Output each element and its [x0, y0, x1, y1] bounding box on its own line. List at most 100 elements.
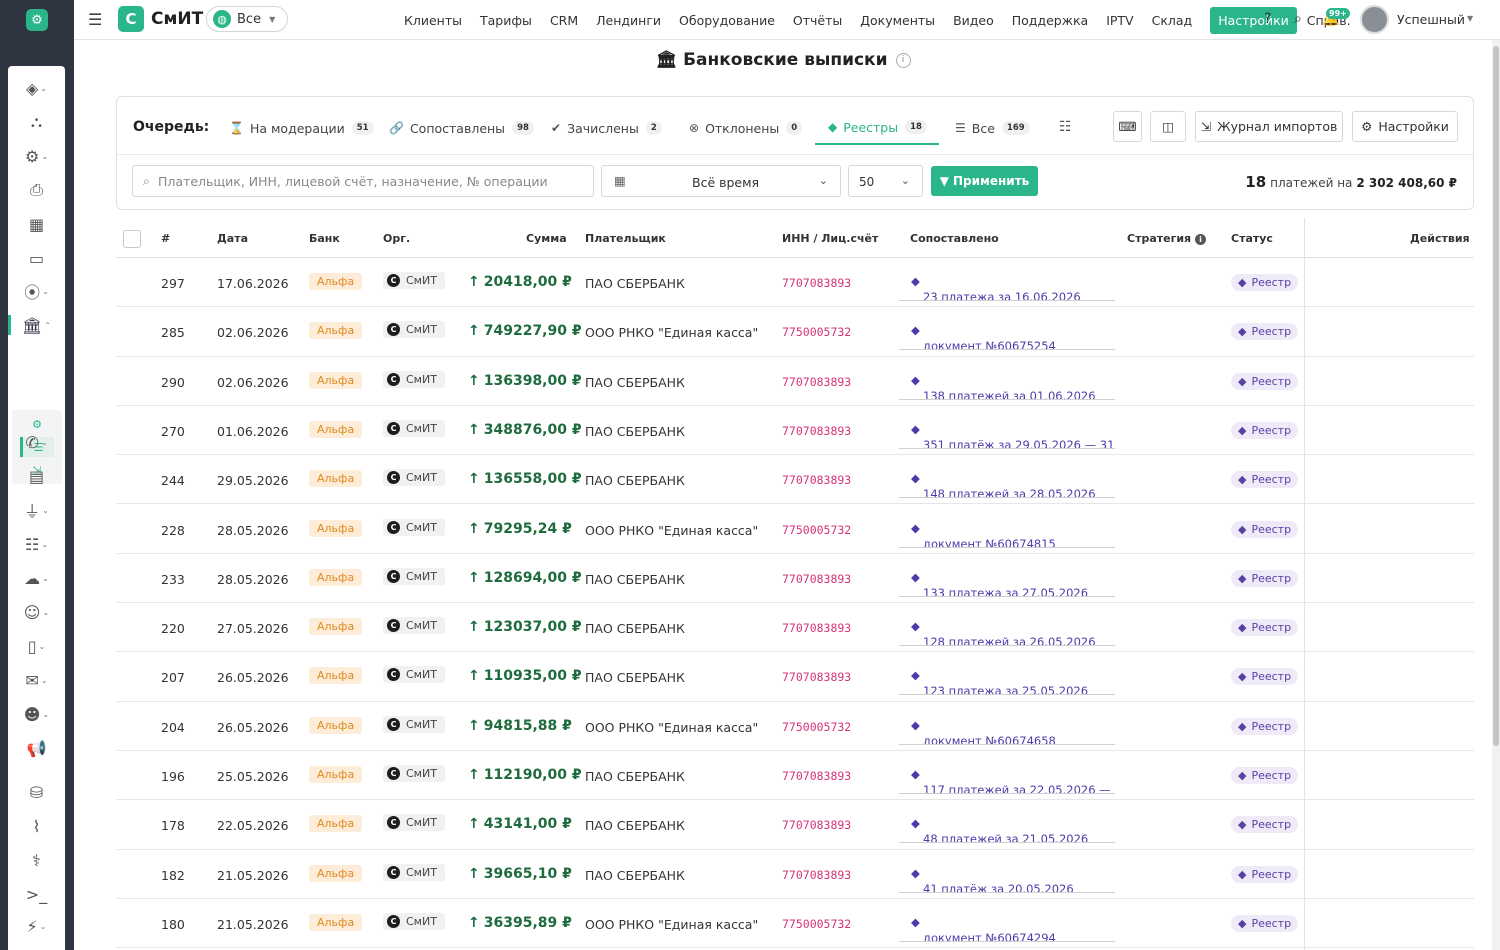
apply-button[interactable]: ▼ Применить — [931, 166, 1038, 196]
col-amount[interactable]: Сумма — [526, 232, 567, 245]
table-row[interactable]: 244 29.05.2026 Альфа С СмИТ ↑ 136558,00 ₽ ПАО С… — [116, 455, 1474, 505]
table-row[interactable]: 180 21.05.2026 Альфа С СмИТ ↑ 36395,89 ₽ ООО РН… — [116, 899, 1474, 949]
table-row[interactable]: 220 27.05.2026 Альфа С СмИТ ↑ 123037,00 ₽ ПАО С… — [116, 603, 1474, 653]
col-payer[interactable]: Плательщик — [585, 232, 666, 245]
col-bank[interactable]: Банк — [309, 232, 340, 245]
col-number[interactable]: # — [161, 232, 170, 245]
sidebar-broom-icon[interactable]: ⌇ — [8, 812, 65, 840]
sidebar-database-icon[interactable]: ⛁ — [8, 778, 65, 806]
info-icon[interactable]: i — [895, 52, 911, 68]
row-inn-link[interactable]: 7707083893 — [782, 276, 851, 290]
sidebar-cashbox-icon[interactable]: ▦ — [8, 210, 65, 238]
row-inn-link[interactable]: 7707083893 — [782, 818, 851, 832]
table-row[interactable]: 233 28.05.2026 Альфа С СмИТ ↑ 128694,00 ₽ ПАО С… — [116, 554, 1474, 604]
help-icon[interactable]: ? — [1264, 11, 1271, 27]
nav-landings[interactable]: Лендинги — [596, 13, 661, 28]
nav-iptv[interactable]: IPTV — [1106, 13, 1133, 28]
col-date[interactable]: Дата — [217, 232, 248, 245]
sidebar-plug-icon[interactable]: ⏚ ⌄ — [8, 496, 65, 524]
nav-equipment[interactable]: Оборудование — [679, 13, 775, 28]
app-logo[interactable]: ⚙ — [0, 0, 74, 40]
sidebar-server-icon[interactable]: ☷ ⌄ — [8, 530, 65, 558]
match-link[interactable]: ◆ документ №60674658 — [911, 718, 1056, 744]
scope-selector[interactable]: ◍ Все ▼ — [206, 6, 288, 32]
sidebar-shield-icon[interactable]: ◈ ⌄ — [8, 74, 65, 102]
sidebar-phone-icon[interactable]: ✆ ⌄ — [8, 428, 65, 456]
table-row[interactable]: 204 26.05.2026 Альфа С СмИТ ↑ 94815,88 ₽ ООО РН… — [116, 702, 1474, 751]
match-link[interactable]: ◆ документ №60674815 — [911, 521, 1056, 547]
match-link[interactable]: ◆ 128 платежей за 26.05.2026 — [911, 619, 1096, 645]
row-inn-link[interactable]: 7707083893 — [782, 375, 851, 389]
table-row[interactable]: 182 21.05.2026 Альфа С СмИТ ↑ 39665,10 ₽ ПАО СБ… — [116, 850, 1474, 899]
sidebar-bolt-icon[interactable]: ⚡ ⌄ — [8, 912, 65, 940]
nav-reports[interactable]: Отчёты — [793, 13, 842, 28]
sliders-icon[interactable]: ☷ — [1059, 119, 1072, 135]
row-inn-link[interactable]: 7750005732 — [782, 523, 851, 537]
nav-crm[interactable]: CRM — [550, 13, 578, 28]
settings-button[interactable]: ⚙ Настройки — [1352, 111, 1458, 142]
row-inn-link[interactable]: 7707083893 — [782, 473, 851, 487]
col-status[interactable]: Статус — [1231, 232, 1273, 245]
row-inn-link[interactable]: 7707083893 — [782, 424, 851, 438]
row-inn-link[interactable]: 7750005732 — [782, 720, 851, 734]
sidebar-card-icon[interactable]: ▭ — [8, 244, 65, 272]
search-icon[interactable]: ⌕ — [1294, 11, 1302, 27]
tab-all[interactable]: ☰ Все 169 — [955, 111, 1030, 145]
avatar[interactable] — [1360, 5, 1389, 34]
row-inn-link[interactable]: 7750005732 — [782, 917, 851, 931]
sidebar-traffic-icon[interactable]: ⦿ ⌄ — [8, 277, 65, 305]
nav-settings[interactable]: Настройки — [1210, 6, 1297, 34]
match-link[interactable]: ◆ документ №60674294 — [911, 915, 1056, 941]
table-row[interactable]: 178 22.05.2026 Альфа С СмИТ ↑ 43141,00 ₽ ПАО СБ… — [116, 800, 1474, 850]
match-link[interactable]: ◆117 платежей за 22.05.2026 — 24.( — [911, 767, 1115, 793]
table-row[interactable]: 270 01.06.2026 Альфа С СмИТ ↑ 348876,00 ₽ ПАО С… — [116, 406, 1474, 456]
match-link[interactable]: ◆ 138 платежей за 01.06.2026 — [911, 373, 1096, 399]
col-org[interactable]: Орг. — [383, 232, 410, 245]
col-matched[interactable]: Сопоставлено — [910, 232, 999, 245]
sidebar-scroll-icon[interactable]: ▤ — [8, 462, 65, 490]
select-all-checkbox[interactable] — [123, 230, 141, 248]
nav-clients[interactable]: Клиенты — [404, 13, 462, 28]
columns-button[interactable]: ◫ — [1150, 111, 1186, 142]
sidebar-bank-icon[interactable]: 🏛 ⌃ — [8, 311, 65, 339]
user-caret-icon[interactable]: ▼ — [1467, 14, 1473, 23]
table-row[interactable]: 290 02.06.2026 Альфа С СмИТ ↑ 136398,00 ₽ ПАО С… — [116, 357, 1474, 406]
row-inn-link[interactable]: 7750005732 — [782, 325, 851, 339]
table-row[interactable]: 297 17.06.2026 Альфа С СмИТ ↑ 20418,00 ₽ ПАО СБ… — [116, 258, 1474, 308]
tab-rejected[interactable]: ⊗ Отклонены 0 — [689, 111, 803, 145]
scrollbar[interactable] — [1492, 40, 1500, 950]
scrollbar-thumb[interactable] — [1493, 46, 1499, 746]
period-select[interactable]: ▦ Всё время ⌄ — [601, 165, 841, 197]
match-link[interactable]: ◆351 платёж за 29.05.2026 — 31.05. — [911, 422, 1115, 448]
tab-matched[interactable]: 🔗 Сопоставлены 98 — [389, 111, 534, 145]
sidebar-robot-icon[interactable]: ☺ ⌄ — [8, 598, 65, 626]
match-link[interactable]: ◆ 123 платежа за 25.05.2026 — [911, 668, 1088, 694]
sidebar-cloud-icon[interactable]: ☁ ⌄ — [8, 564, 65, 592]
row-inn-link[interactable]: 7707083893 — [782, 572, 851, 586]
nav-support[interactable]: Поддержка — [1012, 13, 1088, 28]
match-link[interactable]: ◆ 48 платежей за 21.05.2026 — [911, 816, 1088, 842]
nav-tariffs[interactable]: Тарифы — [480, 13, 532, 28]
nav-documents[interactable]: Документы — [860, 13, 935, 28]
col-inn[interactable]: ИНН / Лиц.счёт — [782, 232, 878, 245]
sidebar-gears-icon[interactable]: ⚙ ⌄ — [8, 142, 65, 170]
match-link[interactable]: ◆ 41 платёж за 20.05.2026 — [911, 866, 1074, 892]
row-inn-link[interactable]: 7707083893 — [782, 769, 851, 783]
sidebar-terminal-icon[interactable]: >_ — [8, 880, 65, 908]
table-row[interactable]: 228 28.05.2026 Альфа С СмИТ ↑ 79295,24 ₽ ООО РН… — [116, 505, 1474, 554]
sidebar-mobile-icon[interactable]: ▯ ⌄ — [8, 632, 65, 660]
tab-registries[interactable]: ◆ Реестры 18 — [815, 111, 939, 145]
sidebar-printer-icon[interactable]: ⎙ — [8, 176, 65, 204]
tab-credited[interactable]: ✔ Зачислены 2 — [551, 111, 662, 145]
sidebar-megaphone-icon[interactable]: 📢 — [8, 734, 65, 762]
sidebar-stethoscope-icon[interactable]: ⚕ — [8, 846, 65, 874]
col-strategy[interactable]: Стратегия i — [1127, 232, 1206, 245]
table-row[interactable]: 285 02.06.2026 Альфа С СмИТ ↑ 749227,90 ₽ ООО Р… — [116, 307, 1474, 357]
table-row[interactable]: 207 26.05.2026 Альфа С СмИТ ↑ 110935,00 ₽ ПАО С… — [116, 652, 1474, 702]
table-row[interactable]: 196 25.05.2026 Альфа С СмИТ ↑ 112190,00 ₽ ПАО С… — [116, 751, 1474, 801]
sidebar-network-icon[interactable]: ⛬ — [8, 108, 65, 136]
user-name[interactable]: Успешный — [1397, 12, 1465, 27]
sidebar-mail-icon[interactable]: ✉ ⌄ — [8, 666, 65, 694]
info-circle-icon[interactable]: i — [1194, 234, 1206, 245]
import-journal-button[interactable]: ⇲ Журнал импортов — [1195, 111, 1343, 142]
